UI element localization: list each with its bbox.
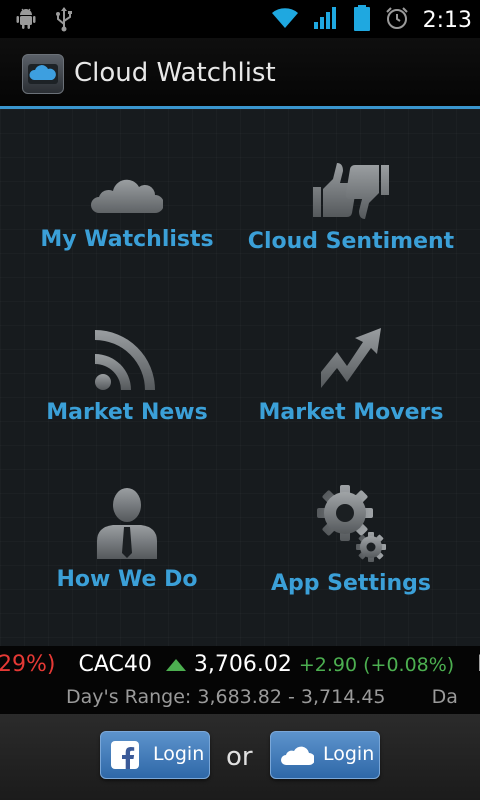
cloud-icon xyxy=(17,169,237,219)
ticker-prev-change: 29%) xyxy=(0,652,56,677)
ticker-symbol: CAC40 xyxy=(78,652,152,677)
status-time: 2:13 xyxy=(422,7,472,33)
thumbs-up-down-icon xyxy=(241,161,461,221)
cloud-login-button[interactable]: Login xyxy=(270,731,380,779)
ticker-range-row: Day's Range: 3,683.82 - 3,714.45 Da xyxy=(66,686,458,708)
up-arrow-icon xyxy=(165,653,187,678)
gears-icon xyxy=(241,483,461,563)
cloud-login-label: Login xyxy=(323,743,375,765)
ticker-quote-row: 29%) CAC40 3,706.02 +2.90 (+0.08%) FT xyxy=(0,652,480,678)
menu-item-label: Market Movers xyxy=(258,400,444,425)
or-separator: or xyxy=(226,742,253,772)
menu-item-how-we-do[interactable]: How We Do xyxy=(17,487,237,592)
menu-item-label: Cloud Sentiment xyxy=(247,229,455,254)
facebook-login-button[interactable]: Login xyxy=(100,731,210,779)
menu-item-label: How We Do xyxy=(56,567,198,592)
ticker-day-range-label: Day's Range: xyxy=(66,686,192,708)
wifi-icon xyxy=(271,6,299,34)
ticker-change: +2.90 (+0.08%) xyxy=(298,654,455,676)
app-title: Cloud Watchlist xyxy=(74,58,276,88)
menu-item-my-watchlists[interactable]: My Watchlists xyxy=(17,169,237,252)
status-bar: 2:13 xyxy=(0,0,480,38)
ticker-next-range: Da xyxy=(431,686,458,708)
menu-item-cloud-sentiment[interactable]: Cloud Sentiment xyxy=(241,161,461,254)
rss-feed-icon xyxy=(17,324,237,392)
trending-up-icon xyxy=(241,326,461,392)
main-menu: My Watchlists Cloud Sentiment Market New… xyxy=(0,109,480,646)
app-bar: Cloud Watchlist xyxy=(0,38,480,109)
menu-item-market-movers[interactable]: Market Movers xyxy=(241,326,461,425)
person-icon xyxy=(17,487,237,559)
facebook-icon xyxy=(111,741,139,774)
signal-icon xyxy=(313,6,339,34)
android-debug-icon xyxy=(14,6,38,36)
alarm-icon xyxy=(385,6,409,34)
cloud-icon xyxy=(280,743,315,772)
menu-item-label: App Settings xyxy=(270,571,432,596)
ticker-day-range-value: 3,683.82 - 3,714.45 xyxy=(197,686,386,708)
login-footer: Login or Login xyxy=(0,714,480,800)
facebook-login-label: Login xyxy=(153,743,205,765)
usb-icon xyxy=(54,6,74,36)
app-logo-icon xyxy=(22,54,64,94)
battery-icon xyxy=(353,4,371,36)
menu-item-label: Market News xyxy=(46,400,208,425)
menu-item-app-settings[interactable]: App Settings xyxy=(241,483,461,596)
menu-item-market-news[interactable]: Market News xyxy=(17,324,237,425)
menu-item-label: My Watchlists xyxy=(40,227,214,252)
ticker-price: 3,706.02 xyxy=(193,652,292,677)
stock-ticker[interactable]: 29%) CAC40 3,706.02 +2.90 (+0.08%) FT Da… xyxy=(0,646,480,714)
